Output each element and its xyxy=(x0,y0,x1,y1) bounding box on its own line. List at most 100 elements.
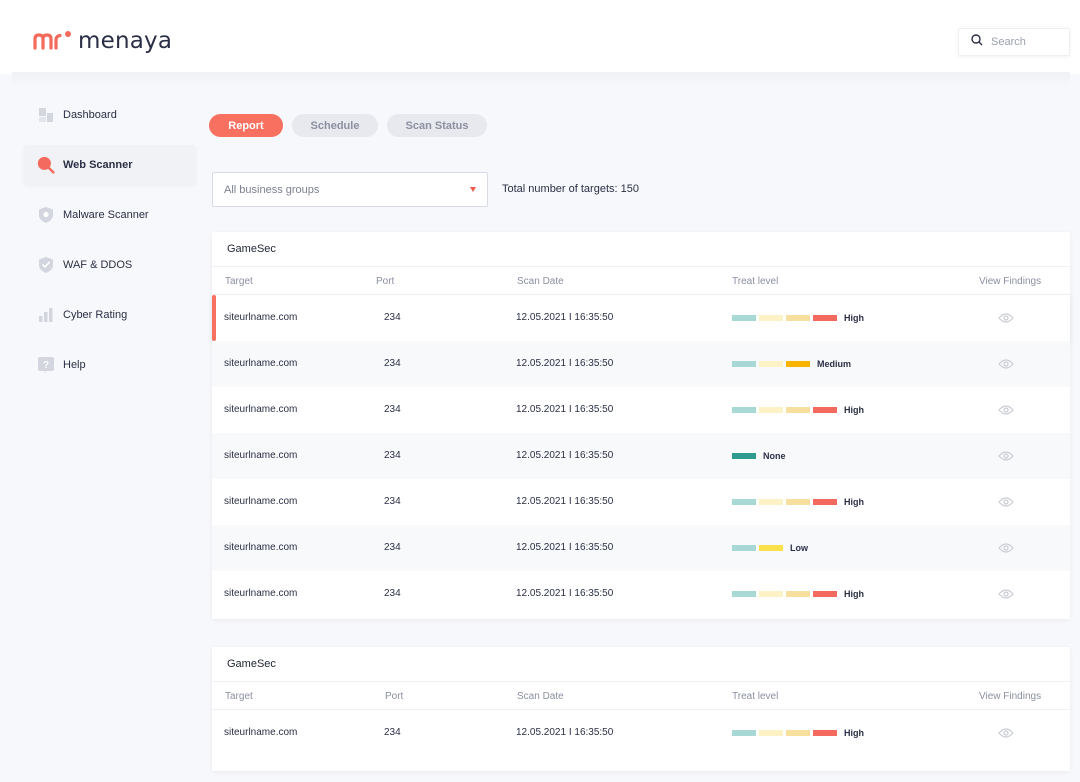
target-cell: siteurlname.com xyxy=(224,312,298,323)
waf-shield-icon xyxy=(37,256,55,274)
svg-text:?: ? xyxy=(43,360,49,371)
table-row[interactable]: siteurlname.com 234 12.05.2021 I 16:35:50 L… xyxy=(212,525,1070,571)
search-input[interactable] xyxy=(991,36,1061,48)
table-row[interactable]: siteurlname.com 234 12.05.2021 I 16:35:50 H… xyxy=(212,387,1070,433)
treat-level-segment xyxy=(732,453,756,459)
scan-date-cell: 12.05.2021 I 16:35:50 xyxy=(516,312,614,323)
port-cell: 234 xyxy=(384,542,401,553)
table-body: siteurlname.com 234 12.05.2021 I 16:35:50 H… xyxy=(212,295,1070,617)
col-scan-date: Scan Date xyxy=(517,691,564,702)
treat-level-segment xyxy=(732,361,756,367)
sidebar-item-web-scanner[interactable]: Web Scanner xyxy=(24,145,196,185)
treat-level-segment xyxy=(732,545,756,551)
sidebar-item-label: Cyber Rating xyxy=(63,309,128,321)
sidebar-item-label: Web Scanner xyxy=(63,159,133,171)
eye-icon[interactable] xyxy=(997,539,1015,557)
treat-level-segment xyxy=(759,545,783,551)
eye-icon[interactable] xyxy=(997,493,1015,511)
treat-level-label: High xyxy=(844,728,864,738)
table-row[interactable]: siteurlname.com 234 12.05.2021 I 16:35:50 N… xyxy=(212,433,1070,479)
treat-level-segment xyxy=(732,499,756,505)
bar-chart-icon xyxy=(37,306,55,324)
col-scan-date: Scan Date xyxy=(517,276,564,287)
treat-level-segment xyxy=(813,499,837,505)
table-header: Target Port Scan Date Treat level View F… xyxy=(212,682,1070,710)
port-cell: 234 xyxy=(384,727,401,738)
panel-title: GameSec xyxy=(212,232,1070,267)
eye-icon[interactable] xyxy=(997,401,1015,419)
web-scanner-icon xyxy=(37,156,55,174)
malware-shield-icon xyxy=(37,206,55,224)
eye-icon[interactable] xyxy=(997,309,1015,327)
tab-report[interactable]: Report xyxy=(209,114,283,137)
treat-level-label: High xyxy=(844,589,864,599)
sidebar-item-label: Dashboard xyxy=(63,109,117,121)
sidebar-item-label: Malware Scanner xyxy=(63,209,149,221)
sidebar-item-label: WAF & DDOS xyxy=(63,259,133,271)
treat-level-meter: High xyxy=(732,497,864,507)
treat-level-segment xyxy=(786,499,810,505)
sidebar-item-waf-ddos[interactable]: WAF & DDOS xyxy=(24,245,196,285)
scan-date-cell: 12.05.2021 I 16:35:50 xyxy=(516,358,614,369)
treat-level-label: High xyxy=(844,405,864,415)
treat-level-segment xyxy=(786,361,810,367)
table-row[interactable]: siteurlname.com 234 12.05.2021 I 16:35:50 H… xyxy=(212,295,1070,341)
treat-level-segment xyxy=(813,315,837,321)
business-group-select-value: All business groups xyxy=(224,183,320,196)
treat-level-segment xyxy=(759,591,783,597)
eye-icon[interactable] xyxy=(997,585,1015,603)
dashboard-icon xyxy=(37,106,55,124)
top-header: menaya xyxy=(0,0,1080,74)
table-row[interactable]: siteurlname.com 234 12.05.2021 I 16:35:50 H… xyxy=(212,571,1070,617)
sidebar-item-dashboard[interactable]: Dashboard xyxy=(24,95,196,135)
total-targets-text: Total number of targets: 150 xyxy=(502,183,639,195)
port-cell: 234 xyxy=(384,450,401,461)
sidebar-item-cyber-rating[interactable]: Cyber Rating xyxy=(24,295,196,335)
scan-date-cell: 12.05.2021 I 16:35:50 xyxy=(516,404,614,415)
scan-date-cell: 12.05.2021 I 16:35:50 xyxy=(516,496,614,507)
treat-level-meter: High xyxy=(732,589,864,599)
business-group-select[interactable]: All business groups xyxy=(212,172,488,207)
tab-scan-status[interactable]: Scan Status xyxy=(387,114,487,137)
eye-icon[interactable] xyxy=(997,355,1015,373)
treat-level-segment xyxy=(786,407,810,413)
table-row[interactable]: siteurlname.com 234 12.05.2021 I 16:35:50 H… xyxy=(212,710,1070,756)
col-port: Port xyxy=(376,276,395,287)
treat-level-segment xyxy=(732,591,756,597)
target-cell: siteurlname.com xyxy=(224,588,298,599)
col-port: Port xyxy=(385,691,404,702)
eye-icon[interactable] xyxy=(997,447,1015,465)
tab-schedule[interactable]: Schedule xyxy=(292,114,378,137)
chevron-down-icon xyxy=(470,187,476,192)
logo-mark-icon xyxy=(32,30,72,52)
port-cell: 234 xyxy=(384,496,401,507)
port-cell: 234 xyxy=(384,358,401,369)
table-body: siteurlname.com 234 12.05.2021 I 16:35:50 H… xyxy=(212,710,1070,756)
table-row[interactable]: siteurlname.com 234 12.05.2021 I 16:35:50 H… xyxy=(212,479,1070,525)
treat-level-meter: Low xyxy=(732,543,808,553)
treat-level-segment xyxy=(732,315,756,321)
sidebar-item-malware-scanner[interactable]: Malware Scanner xyxy=(24,195,196,235)
eye-icon[interactable] xyxy=(997,724,1015,742)
search-icon xyxy=(971,33,983,51)
scan-date-cell: 12.05.2021 I 16:35:50 xyxy=(516,727,614,738)
treat-level-meter: None xyxy=(732,451,786,461)
treat-level-label: None xyxy=(763,451,786,461)
table-row[interactable]: siteurlname.com 234 12.05.2021 I 16:35:50 M… xyxy=(212,341,1070,387)
panel-title: GameSec xyxy=(212,647,1070,682)
business-group-panel: GameSec Target Port Scan Date Treat leve… xyxy=(212,232,1070,619)
target-cell: siteurlname.com xyxy=(224,542,298,553)
treat-level-label: Medium xyxy=(817,359,852,369)
treat-level-meter: High xyxy=(732,313,864,323)
treat-level-segment xyxy=(732,407,756,413)
treat-level-segment xyxy=(813,407,837,413)
treat-level-segment xyxy=(759,407,783,413)
treat-level-label: Low xyxy=(790,543,808,553)
treat-level-segment xyxy=(786,730,810,736)
search-box[interactable] xyxy=(958,28,1070,56)
treat-level-meter: High xyxy=(732,405,864,415)
sidebar-item-help[interactable]: ? Help xyxy=(24,345,196,385)
port-cell: 234 xyxy=(384,312,401,323)
app-logo[interactable]: menaya xyxy=(32,28,172,54)
col-treat-level: Treat level xyxy=(732,691,779,702)
